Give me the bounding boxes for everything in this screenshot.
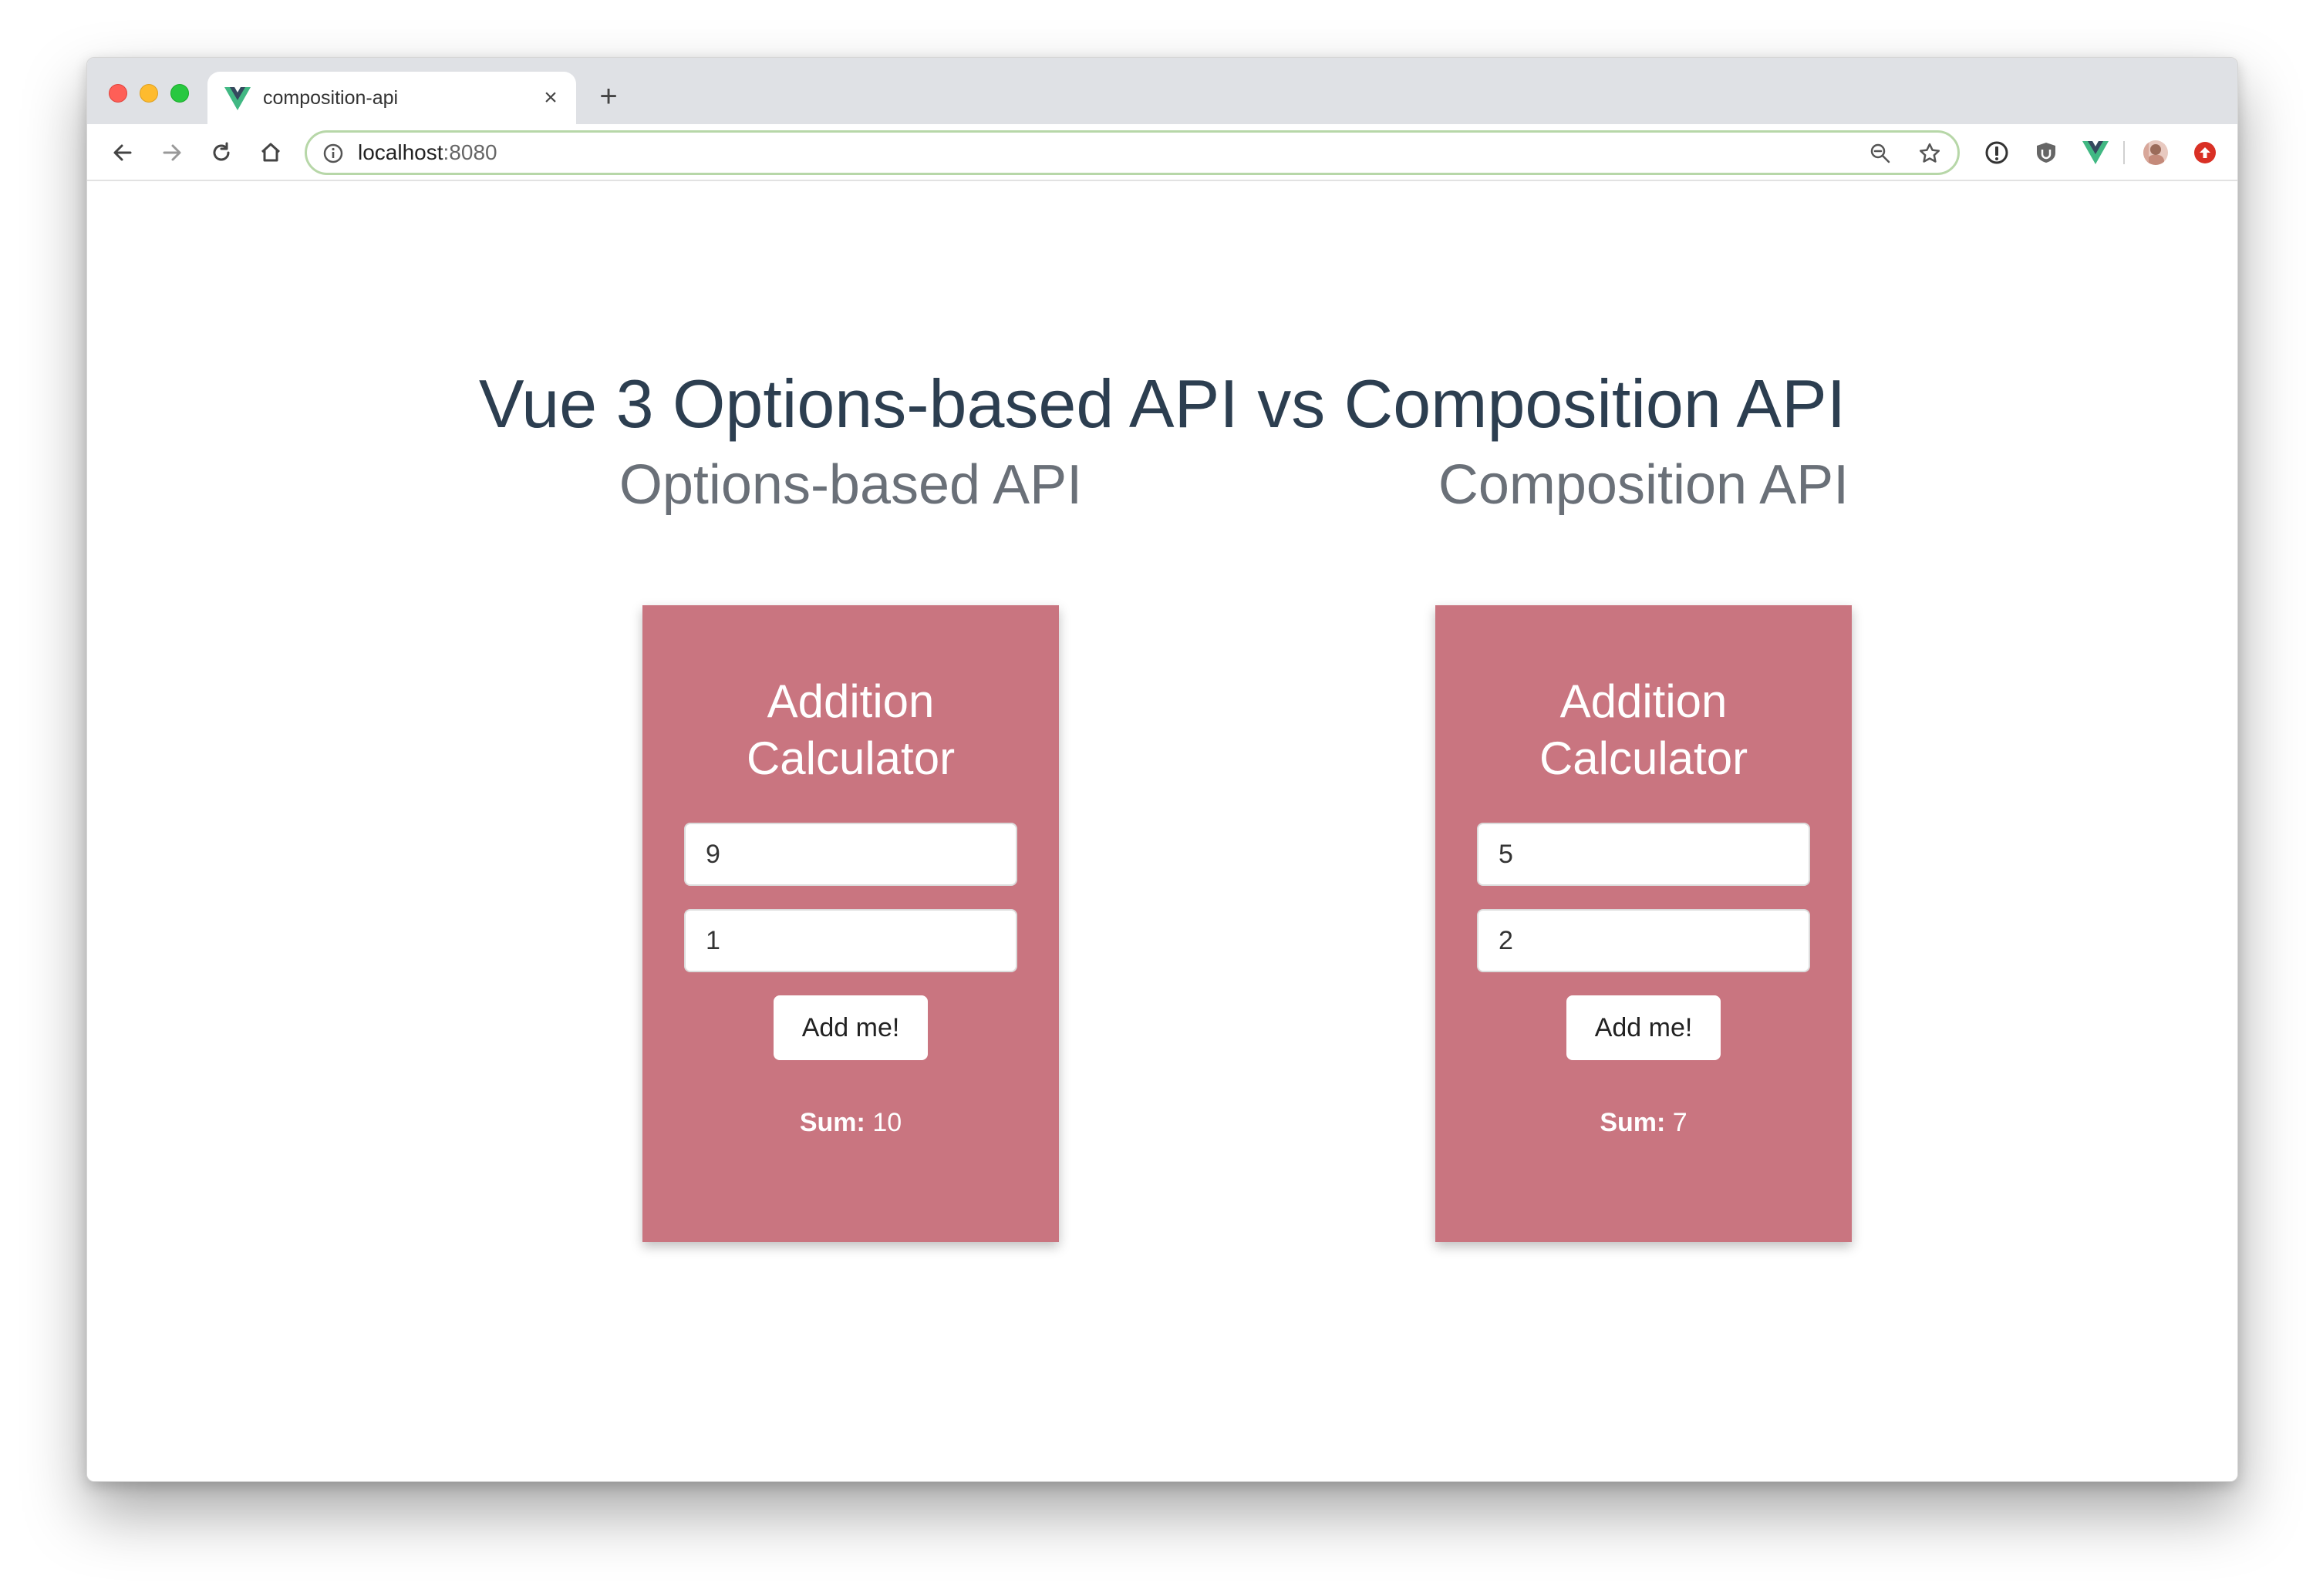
options-calculator-card: Addition Calculator Add me! Sum: 10 (642, 605, 1059, 1242)
shield-extension-icon (2037, 143, 2055, 163)
zoom-window-button[interactable] (170, 84, 189, 103)
calculator-title-line1: Addition (1559, 675, 1728, 727)
tab-close-icon[interactable]: × (538, 85, 564, 111)
sum-value: 10 (872, 1108, 902, 1137)
zoom-icon[interactable] (1868, 141, 1893, 166)
calculator-title-line1: Addition (767, 675, 935, 727)
address-bar[interactable]: localhost:8080 (305, 130, 1960, 175)
browser-tab[interactable]: composition-api × (207, 72, 576, 124)
sum-result: Sum: 7 (1435, 1108, 1852, 1138)
back-button[interactable] (104, 134, 141, 171)
sum-label: Sum: (799, 1108, 865, 1137)
browser-window: composition-api × + localhost:8080 Vue 3… (86, 57, 2238, 1482)
page-title: Vue 3 Options-based API vs Composition A… (478, 365, 1846, 442)
composition-calculator-card: Addition Calculator Add me! Sum: 7 (1435, 605, 1852, 1242)
password-manager-icon (1985, 141, 2008, 164)
add-me-button[interactable]: Add me! (1566, 995, 1721, 1060)
profile-avatar (2143, 140, 2168, 165)
reload-icon (213, 142, 230, 161)
shield-extension[interactable] (2031, 137, 2062, 168)
password-manager-extension[interactable] (1981, 137, 2012, 168)
reload-button[interactable] (203, 134, 240, 171)
update-button[interactable] (2190, 137, 2220, 168)
close-window-button[interactable] (109, 84, 127, 103)
minimize-window-button[interactable] (140, 84, 158, 103)
vue-devtools-icon (2082, 141, 2109, 164)
first-number-input[interactable] (684, 823, 1017, 886)
browser-toolbar: localhost:8080 (87, 124, 2237, 181)
url-text[interactable]: localhost:8080 (358, 133, 497, 173)
back-arrow-icon (113, 144, 132, 161)
vue-favicon-icon (224, 87, 251, 110)
home-icon (261, 143, 281, 162)
update-icon (2194, 142, 2216, 163)
first-number-input[interactable] (1477, 823, 1810, 886)
add-me-button[interactable]: Add me! (774, 995, 928, 1060)
tab-strip: composition-api × + (87, 58, 2237, 124)
star-icon[interactable] (1917, 141, 1942, 166)
composition-api-heading: Composition API (1438, 454, 1849, 516)
calculator-title-line2: Calculator (746, 732, 956, 784)
page-viewport: Vue 3 Options-based API vs Composition A… (87, 181, 2237, 1481)
url-host: localhost (358, 140, 443, 164)
forward-button[interactable] (153, 134, 190, 171)
vue-devtools-extension[interactable] (2080, 137, 2111, 168)
info-icon[interactable] (322, 143, 344, 164)
calculator-title: Addition Calculator (1435, 673, 1852, 787)
calculator-title: Addition Calculator (642, 673, 1059, 787)
sum-value: 7 (1672, 1108, 1687, 1137)
options-api-heading: Options-based API (619, 454, 1083, 516)
forward-arrow-icon (163, 144, 181, 161)
second-number-input[interactable] (684, 909, 1017, 972)
second-number-input[interactable] (1477, 909, 1810, 972)
tab-title: composition-api (263, 87, 399, 109)
calculator-title-line2: Calculator (1539, 732, 1748, 784)
sum-result: Sum: 10 (642, 1108, 1059, 1138)
new-tab-button[interactable]: + (592, 79, 625, 113)
toolbar-divider (2123, 141, 2125, 164)
home-button[interactable] (252, 134, 289, 171)
sum-label: Sum: (1600, 1108, 1666, 1137)
profile-button[interactable] (2140, 137, 2171, 168)
url-port: :8080 (443, 140, 497, 164)
